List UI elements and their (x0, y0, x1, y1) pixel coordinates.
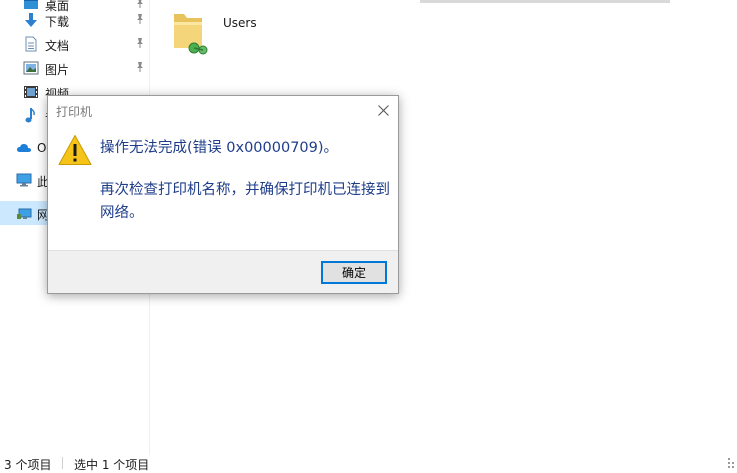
status-bar: 3 个项目 选中 1 个项目 (0, 455, 737, 472)
item-count: 3 个项目 (4, 458, 52, 472)
picture-icon (23, 60, 39, 76)
selected-count: 选中 1 个项目 (74, 458, 150, 472)
music-note-icon (23, 108, 39, 124)
nav-item-label: 图片 (45, 63, 70, 77)
dialog-titlebar[interactable]: 打印机 (48, 96, 398, 125)
nav-item-label: 文档 (45, 39, 70, 53)
close-button[interactable] (370, 99, 396, 121)
warning-icon (58, 134, 92, 166)
document-icon (23, 36, 39, 52)
nav-item-documents[interactable]: 文档 (0, 32, 150, 56)
shared-folder-icon (170, 8, 210, 56)
error-detail-message: 再次检查打印机名称，并确保打印机已连接到网络。 (100, 182, 390, 221)
ok-button[interactable]: 确定 (321, 261, 387, 284)
resize-grip-icon[interactable] (728, 457, 734, 468)
pin-icon[interactable] (134, 13, 146, 25)
pin-icon[interactable] (134, 37, 146, 49)
dialog-title: 打印机 (56, 105, 93, 119)
network-icon (16, 205, 32, 221)
status-separator (62, 457, 63, 469)
nav-item-label: 下载 (45, 15, 70, 29)
computer-icon (16, 172, 32, 188)
column-header-strip (420, 0, 670, 3)
nav-item-pictures[interactable]: 图片 (0, 56, 150, 80)
video-icon (23, 84, 39, 100)
error-message: 操作无法完成(错误 0x00000709)。 (100, 140, 339, 156)
close-icon (378, 105, 389, 116)
dialog-footer: 确定 (48, 250, 398, 293)
nav-item-downloads[interactable]: 下载 (0, 8, 150, 32)
folder-item-users[interactable]: Users (170, 6, 270, 56)
cloud-icon (16, 140, 32, 156)
dialog-body: 操作无法完成(错误 0x00000709)。 再次检查打印机名称，并确保打印机已… (48, 125, 398, 250)
printer-error-dialog: 打印机 操作无法完成(错误 0x00000709)。 再次检查打印机名称，并确保… (47, 95, 399, 294)
download-arrow-icon (23, 12, 39, 28)
folder-name: Users (223, 16, 257, 30)
pin-icon[interactable] (134, 61, 146, 73)
